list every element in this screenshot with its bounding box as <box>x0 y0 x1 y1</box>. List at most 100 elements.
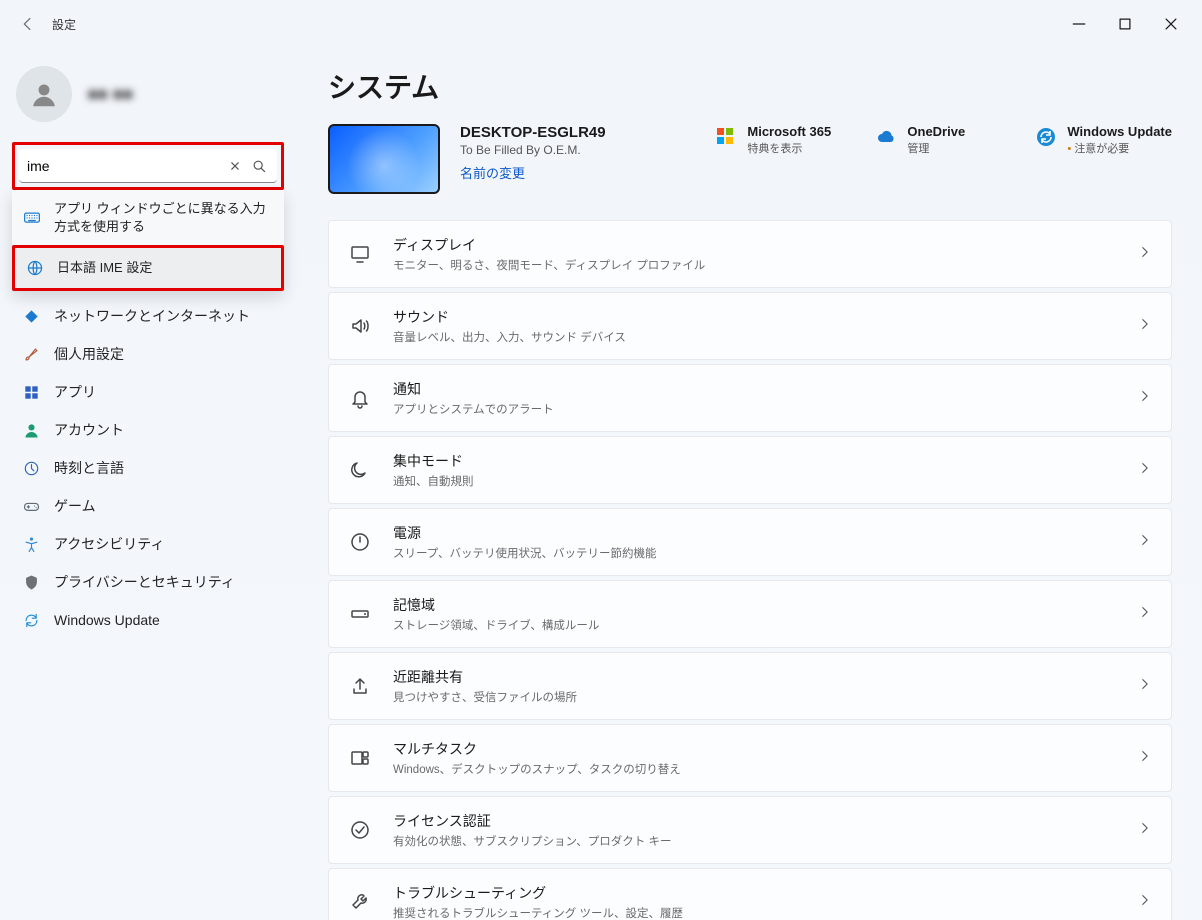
settings-item-title: マルチタスク <box>393 739 1117 759</box>
gamepad-icon <box>22 497 40 515</box>
rename-link[interactable]: 名前の変更 <box>460 163 525 182</box>
sound-icon <box>347 313 373 339</box>
sidebar-item-label: アプリ <box>54 382 96 402</box>
service-subtitle: 特典を表示 <box>747 140 831 156</box>
update-icon <box>1035 126 1057 148</box>
settings-item[interactable]: ディスプレイ モニター、明るさ、夜間モード、ディスプレイ プロファイル <box>328 220 1172 288</box>
sidebar-item-label: プライバシーとセキュリティ <box>54 572 235 592</box>
multi-icon <box>347 745 373 771</box>
sidebar-item[interactable]: プライバシーとセキュリティ <box>10 563 286 601</box>
pc-thumbnail[interactable] <box>328 124 440 194</box>
m365-icon <box>715 126 737 148</box>
settings-item[interactable]: ライセンス認証 有効化の状態、サブスクリプション、プロダクト キー <box>328 796 1172 864</box>
sidebar-item[interactable]: 時刻と言語 <box>10 449 286 487</box>
settings-item-subtitle: Windows、デスクトップのスナップ、タスクの切り替え <box>393 761 1117 777</box>
settings-item-subtitle: 推奨されるトラブルシューティング ツール、設定、履歴 <box>393 905 1117 920</box>
settings-item-subtitle: アプリとシステムでのアラート <box>393 401 1117 417</box>
titlebar: 設定 <box>0 0 1202 48</box>
chevron-right-icon <box>1137 748 1153 769</box>
bell-icon <box>347 385 373 411</box>
sidebar-item-label: ゲーム <box>54 496 96 516</box>
settings-item-title: 近距離共有 <box>393 667 1117 687</box>
window-title: 設定 <box>52 16 76 33</box>
clear-icon[interactable] <box>225 156 245 176</box>
settings-item-subtitle: 音量レベル、出力、入力、サウンド デバイス <box>393 329 1117 345</box>
sidebar-item-label: アクセシビリティ <box>54 534 164 554</box>
settings-item-title: 電源 <box>393 523 1117 543</box>
close-button[interactable] <box>1148 8 1194 40</box>
settings-item-title: ライセンス認証 <box>393 811 1117 831</box>
settings-item[interactable]: トラブルシューティング 推奨されるトラブルシューティング ツール、設定、履歴 <box>328 868 1172 920</box>
settings-item-title: トラブルシューティング <box>393 883 1117 903</box>
sidebar-item[interactable]: ネットワークとインターネット <box>10 297 286 335</box>
moon-icon <box>347 457 373 483</box>
settings-item-title: 通知 <box>393 379 1117 399</box>
settings-item[interactable]: 電源 スリープ、バッテリ使用状況、バッテリー節約機能 <box>328 508 1172 576</box>
settings-item[interactable]: 記憶域 ストレージ領域、ドライブ、構成ルール <box>328 580 1172 648</box>
back-button[interactable] <box>8 4 48 44</box>
searchbox[interactable] <box>19 149 277 183</box>
sidebar-item[interactable]: Windows Update <box>10 601 286 639</box>
network-icon <box>22 307 40 325</box>
sidebar-item[interactable]: アカウント <box>10 411 286 449</box>
settings-item-title: 集中モード <box>393 451 1117 471</box>
settings-item[interactable]: サウンド 音量レベル、出力、入力、サウンド デバイス <box>328 292 1172 360</box>
service-title: Windows Update <box>1067 124 1172 139</box>
settings-item[interactable]: 通知 アプリとシステムでのアラート <box>328 364 1172 432</box>
minimize-button[interactable] <box>1056 8 1102 40</box>
sidebar-item-label: ネットワークとインターネット <box>54 306 250 326</box>
sidebar-item-label: 時刻と言語 <box>54 458 124 478</box>
settings-item-title: 記憶域 <box>393 595 1117 615</box>
search-result-label: アプリ ウィンドウごとに異なる入力方式を使用する <box>54 200 272 235</box>
search-result-label: 日本語 IME 設定 <box>57 259 269 277</box>
search-icon[interactable] <box>249 156 269 176</box>
settings-item[interactable]: 集中モード 通知、自動規則 <box>328 436 1172 504</box>
account-block[interactable]: ■■ ■■ <box>10 58 300 138</box>
settings-item-subtitle: 通知、自動規則 <box>393 473 1117 489</box>
sidebar-item[interactable]: アクセシビリティ <box>10 525 286 563</box>
service-subtitle: 注意が必要 <box>1067 140 1172 156</box>
brush-icon <box>22 345 40 363</box>
nav-list: ネットワークとインターネット個人用設定アプリアカウント時刻と言語ゲームアクセシビ… <box>10 297 300 639</box>
time-icon <box>22 459 40 477</box>
service-card[interactable]: OneDrive 管理 <box>875 124 1005 156</box>
search-input[interactable] <box>27 158 221 174</box>
apps-icon <box>22 383 40 401</box>
settings-item[interactable]: 近距離共有 見つけやすさ、受信ファイルの場所 <box>328 652 1172 720</box>
pc-subtitle: To Be Filled By O.E.M. <box>460 143 606 157</box>
service-title: OneDrive <box>907 124 965 139</box>
display-icon <box>347 241 373 267</box>
settings-list: ディスプレイ モニター、明るさ、夜間モード、ディスプレイ プロファイル サウンド… <box>328 220 1172 920</box>
page-title: システム <box>328 66 1172 106</box>
service-card[interactable]: Microsoft 365 特典を表示 <box>715 124 845 156</box>
service-subtitle: 管理 <box>907 140 965 156</box>
sidebar-item[interactable]: アプリ <box>10 373 286 411</box>
main: システム DESKTOP-ESGLR49 To Be Filled By O.E… <box>300 48 1202 920</box>
account-name: ■■ ■■ <box>88 86 133 103</box>
chevron-right-icon <box>1137 820 1153 841</box>
settings-item-subtitle: スリープ、バッテリ使用状況、バッテリー節約機能 <box>393 545 1117 561</box>
settings-item-subtitle: 有効化の状態、サブスクリプション、プロダクト キー <box>393 833 1117 849</box>
chevron-right-icon <box>1137 892 1153 913</box>
shield-icon <box>22 573 40 591</box>
sidebar-item-label: Windows Update <box>54 612 160 628</box>
sidebar-item[interactable]: 個人用設定 <box>10 335 286 373</box>
power-icon <box>347 529 373 555</box>
search-highlight-frame <box>12 142 284 190</box>
keyboard-icon <box>22 208 42 228</box>
search-result-item[interactable]: 日本語 IME 設定 <box>15 248 281 288</box>
check-icon <box>347 817 373 843</box>
pc-header-row: DESKTOP-ESGLR49 To Be Filled By O.E.M. 名… <box>328 124 1172 194</box>
settings-item-title: ディスプレイ <box>393 235 1117 255</box>
search-results-dropdown: アプリ ウィンドウごとに異なる入力方式を使用する 日本語 IME 設定 <box>12 190 284 291</box>
search-result-item[interactable]: アプリ ウィンドウごとに異なる入力方式を使用する <box>12 190 284 245</box>
chevron-right-icon <box>1137 316 1153 337</box>
chevron-right-icon <box>1137 244 1153 265</box>
storage-icon <box>347 601 373 627</box>
service-card[interactable]: Windows Update 注意が必要 <box>1035 124 1172 156</box>
chevron-right-icon <box>1137 460 1153 481</box>
chevron-right-icon <box>1137 388 1153 409</box>
sidebar-item[interactable]: ゲーム <box>10 487 286 525</box>
settings-item[interactable]: マルチタスク Windows、デスクトップのスナップ、タスクの切り替え <box>328 724 1172 792</box>
maximize-button[interactable] <box>1102 8 1148 40</box>
